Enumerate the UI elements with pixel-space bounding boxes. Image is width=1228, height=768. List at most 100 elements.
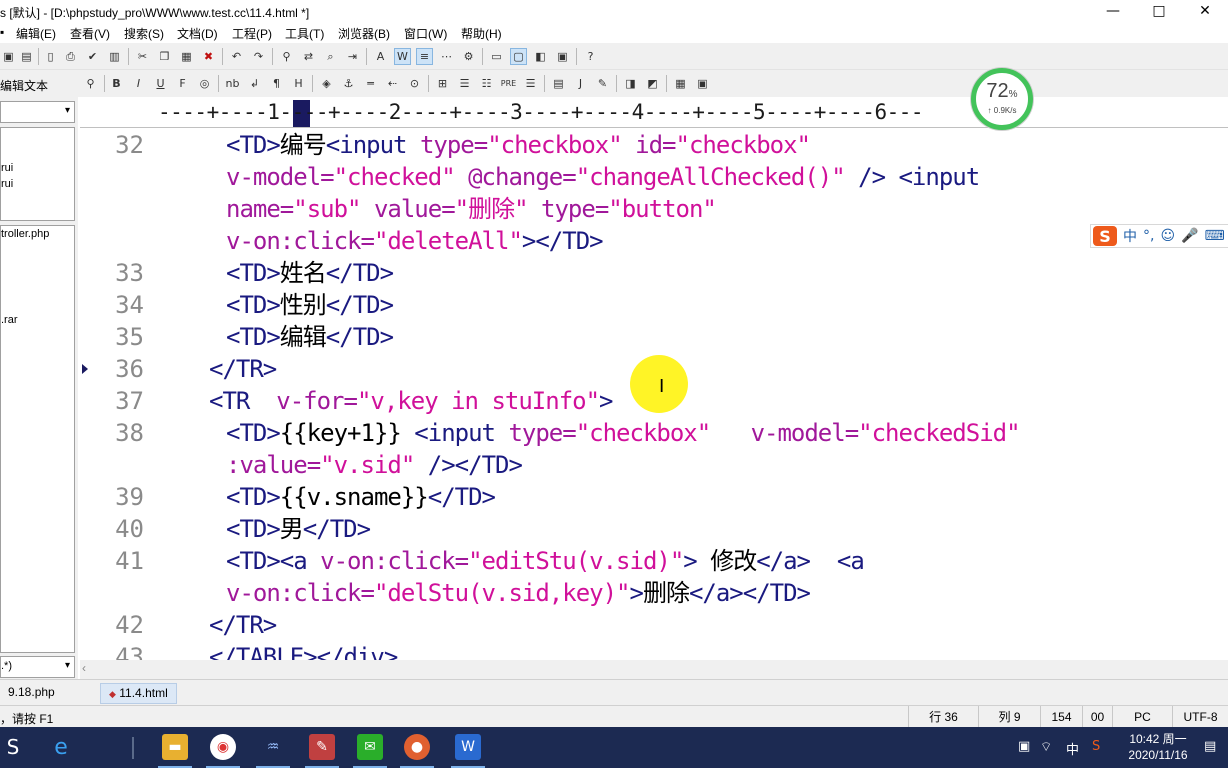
special-char-icon[interactable]: ⊙ [406, 75, 423, 92]
menu-browser[interactable]: 浏览器(B) [338, 25, 390, 42]
line-number: 39 [115, 483, 144, 511]
tray-screen-icon[interactable]: ▣ [1018, 739, 1030, 754]
mic-icon[interactable]: 🎤 [1181, 228, 1198, 244]
align-center-icon[interactable]: ☰ [456, 75, 473, 92]
frame-icon[interactable]: ◩ [644, 75, 661, 92]
notification-icon[interactable]: ▤ [1204, 739, 1216, 754]
nbsp-button[interactable]: nb [224, 75, 241, 92]
word-icon[interactable]: W [451, 734, 485, 768]
sidebar-filter-select[interactable]: .*) ▾ [0, 656, 75, 678]
line-numbers-icon[interactable]: ≡ [416, 48, 433, 65]
toolbar-separator [482, 48, 483, 65]
sogou-tray-icon[interactable]: S [1092, 739, 1100, 754]
ime-mode-toggle[interactable]: 中 [1123, 226, 1137, 246]
spaces-icon[interactable]: ⋯ [438, 48, 455, 65]
new-file-icon[interactable]: ▯ [42, 48, 59, 65]
print-icon[interactable]: ⎙ [62, 48, 79, 65]
menu-edit[interactable]: 编辑(E) [16, 25, 56, 42]
header-button[interactable]: H [290, 75, 307, 92]
browser-icon[interactable]: ◧ [532, 48, 549, 65]
anchor-icon[interactable]: ⚓ [340, 75, 357, 92]
script-button[interactable]: J [572, 75, 589, 92]
close-window-button[interactable]: ✕ [1182, 0, 1228, 22]
save-icon[interactable]: ▣ [0, 48, 17, 65]
network-icon[interactable]: ⌔ [1040, 739, 1052, 755]
menu-tools[interactable]: 工具(T) [285, 25, 324, 42]
delete-icon[interactable]: ✖ [200, 48, 217, 65]
ie-icon[interactable]: e [48, 734, 74, 760]
wechat-icon[interactable]: ✉ [353, 734, 387, 768]
table-icon[interactable]: ⊞ [434, 75, 451, 92]
output-icon[interactable]: ▣ [554, 48, 571, 65]
menu-window[interactable]: 窗口(W) [404, 25, 447, 42]
form-icon[interactable]: ▤ [550, 75, 567, 92]
editor-app-icon[interactable]: ✎ [305, 734, 339, 768]
font-button[interactable]: F [174, 75, 191, 92]
line-break-icon[interactable]: ↲ [246, 75, 263, 92]
paragraph-icon[interactable]: ¶ [268, 75, 285, 92]
menu-help[interactable]: 帮助(H) [461, 25, 502, 42]
sogou-logo-icon[interactable]: S [1093, 226, 1117, 246]
sidebar-file-item[interactable]: .rar [1, 314, 18, 326]
goto-line-icon[interactable]: ⇥ [344, 48, 361, 65]
app-logo-icon[interactable]: S [0, 734, 26, 760]
undo-icon[interactable]: ↶ [228, 48, 245, 65]
bold-button[interactable]: B [108, 75, 125, 92]
browse-icon[interactable]: ◨ [622, 75, 639, 92]
copy-icon[interactable]: ❐ [156, 48, 173, 65]
php-icon[interactable]: ✎ [594, 75, 611, 92]
settings-icon[interactable]: ⚙ [460, 48, 477, 65]
horizontal-scrollbar[interactable]: ‹ [80, 660, 1228, 679]
menu-view[interactable]: 查看(V) [70, 25, 110, 42]
color-icon[interactable]: ◎ [196, 75, 213, 92]
ime-indicator[interactable]: 中 [1066, 739, 1079, 758]
scroll-left-icon[interactable]: ‹ [82, 661, 86, 675]
recorder-icon[interactable]: ● [400, 734, 434, 768]
layout-1-icon[interactable]: ▭ [488, 48, 505, 65]
find-in-files-icon[interactable]: ⌕ [322, 48, 339, 65]
maximize-button[interactable]: □ [1136, 0, 1182, 22]
spellcheck-icon[interactable]: ✔ [84, 48, 101, 65]
italic-button[interactable]: I [130, 75, 147, 92]
menu-file-icon[interactable]: ▪ [0, 25, 4, 39]
phpstorm-icon[interactable]: ♒ [256, 734, 290, 768]
tab-9-18-php[interactable]: 9.18.php [0, 683, 63, 704]
page-icon[interactable]: ▥ [106, 48, 123, 65]
emoji-icon[interactable]: ☺ [1160, 228, 1175, 244]
ime-punct-toggle[interactable]: °, [1143, 228, 1154, 244]
paste-icon[interactable]: ▦ [178, 48, 195, 65]
word-wrap-icon[interactable]: W [394, 48, 411, 65]
network-speed-widget[interactable]: 72% ↑ 0.9K/s [971, 68, 1033, 130]
font-icon[interactable]: A [372, 48, 389, 65]
list-icon[interactable]: ☰ [522, 75, 539, 92]
sidebar-file-item[interactable]: troller.php [1, 228, 49, 240]
color-grid-icon[interactable]: ▦ [672, 75, 689, 92]
menu-document[interactable]: 文档(D) [177, 25, 218, 42]
window-icon[interactable]: ▣ [694, 75, 711, 92]
align-icon[interactable]: ☷ [478, 75, 495, 92]
redo-icon[interactable]: ↷ [250, 48, 267, 65]
sidebar-folder-select[interactable]: ▾ [0, 101, 75, 123]
sidebar-item[interactable]: rui [1, 178, 13, 190]
tab-11-4-html[interactable]: ◆ 11.4.html [100, 683, 177, 704]
find-icon[interactable]: ⚲ [278, 48, 295, 65]
underline-button[interactable]: U [152, 75, 169, 92]
hr-icon[interactable]: ═ [362, 75, 379, 92]
menu-project[interactable]: 工程(P) [232, 25, 272, 42]
sidebar-item[interactable]: rui [1, 162, 13, 174]
pre-button[interactable]: PRE [500, 75, 517, 92]
file-explorer-icon[interactable]: ▬ [158, 734, 192, 768]
image-icon[interactable]: ◈ [318, 75, 335, 92]
clock[interactable]: 10:42 周一 2020/11/16 [1120, 731, 1196, 763]
menu-search[interactable]: 搜索(S) [124, 25, 164, 42]
replace-icon[interactable]: ⇄ [300, 48, 317, 65]
chrome-icon[interactable]: ◉ [206, 734, 240, 768]
comment-icon[interactable]: ⇠ [384, 75, 401, 92]
preview-icon[interactable]: ⚲ [82, 75, 99, 92]
cut-icon[interactable]: ✂ [134, 48, 151, 65]
layout-2-icon[interactable]: ▢ [510, 48, 527, 65]
keyboard-icon[interactable]: ⌨ [1205, 228, 1225, 244]
save-all-icon[interactable]: ▤ [18, 48, 35, 65]
help-icon[interactable]: ? [582, 48, 599, 65]
minimize-button[interactable]: — [1090, 0, 1136, 22]
